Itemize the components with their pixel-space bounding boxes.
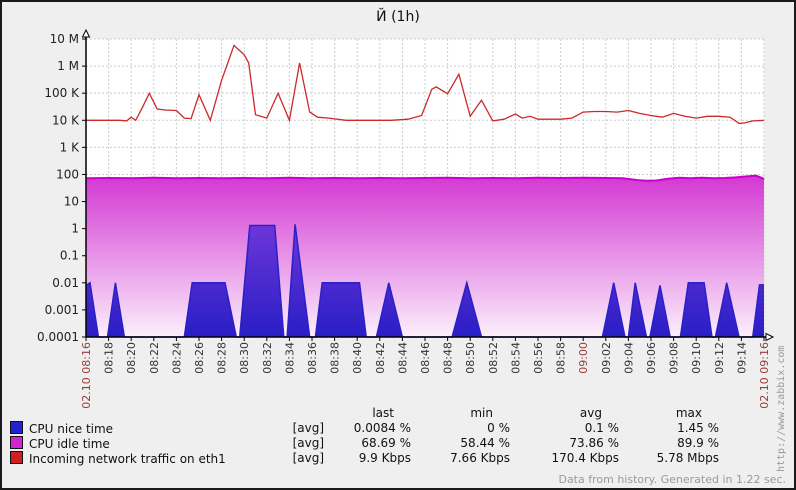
x-axis-labels: 02.10 08:16 08:18 08:20 08:22 08:24 08:26 08:2… bbox=[80, 337, 771, 409]
series-scope: [avg] bbox=[292, 436, 324, 450]
svg-text:09:04: 09:04 bbox=[622, 342, 635, 374]
series-max: 89.9 % bbox=[677, 436, 719, 450]
svg-text:09:08: 09:08 bbox=[668, 342, 681, 374]
graph-title: Й (1h) bbox=[376, 9, 420, 25]
svg-text:09:12: 09:12 bbox=[713, 342, 726, 374]
svg-text:0.0001: 0.0001 bbox=[37, 330, 79, 344]
legend-header-spacer bbox=[10, 405, 267, 421]
svg-text:0.001: 0.001 bbox=[45, 303, 79, 317]
legend-header-min: min bbox=[470, 405, 493, 420]
svg-text:09:06: 09:06 bbox=[645, 342, 658, 374]
network-traffic-swatch-icon bbox=[10, 451, 23, 464]
legend-header-max: max bbox=[675, 405, 702, 420]
svg-text:08:54: 08:54 bbox=[509, 342, 522, 374]
svg-text:100 K: 100 K bbox=[44, 86, 80, 100]
y-axis-arrow-icon bbox=[81, 28, 91, 38]
y-axis-labels: 10 M 1 M 100 K 10 K 1 K 100 10 1 0.1 0.01 0.001 0.0… bbox=[37, 32, 86, 344]
svg-text:10 K: 10 K bbox=[52, 113, 80, 127]
legend-header-row: last min avg max bbox=[10, 405, 719, 421]
series-max: 5.78 Mbps bbox=[656, 451, 719, 465]
svg-text:09:00: 09:00 bbox=[577, 342, 590, 374]
svg-text:08:44: 08:44 bbox=[396, 342, 409, 374]
svg-text:08:32: 08:32 bbox=[261, 342, 274, 374]
svg-text:08:48: 08:48 bbox=[442, 342, 455, 374]
svg-text:1 M: 1 M bbox=[57, 59, 79, 73]
svg-text:0.01: 0.01 bbox=[52, 276, 79, 290]
series-max: 1.45 % bbox=[677, 421, 719, 435]
legend-header-last: last bbox=[372, 405, 394, 420]
legend-header-spacer bbox=[267, 405, 324, 421]
svg-text:08:58: 08:58 bbox=[555, 342, 568, 374]
series-min: 58.44 % bbox=[460, 436, 510, 450]
svg-text:02.10 08:16: 02.10 08:16 bbox=[80, 342, 93, 409]
svg-text:0.1: 0.1 bbox=[60, 249, 79, 263]
svg-text:100: 100 bbox=[56, 167, 79, 181]
series-label: CPU idle time bbox=[29, 437, 110, 451]
svg-text:08:28: 08:28 bbox=[216, 342, 229, 374]
series-last: 0.0084 % bbox=[353, 421, 411, 435]
svg-text:08:20: 08:20 bbox=[125, 342, 138, 374]
series-min: 7.66 Kbps bbox=[450, 451, 510, 465]
svg-text:08:52: 08:52 bbox=[487, 342, 500, 374]
cpu-idle-swatch-icon bbox=[10, 436, 23, 449]
svg-text:10 M: 10 M bbox=[50, 32, 79, 46]
svg-text:09:10: 09:10 bbox=[690, 342, 703, 374]
svg-text:08:36: 08:36 bbox=[306, 342, 319, 374]
svg-text:08:50: 08:50 bbox=[464, 342, 477, 374]
legend-header-avg: avg bbox=[579, 405, 602, 420]
svg-text:08:56: 08:56 bbox=[532, 342, 545, 374]
svg-text:08:46: 08:46 bbox=[419, 342, 432, 374]
series-scope: [avg] bbox=[292, 421, 324, 435]
svg-text:02.10 09:16: 02.10 09:16 bbox=[758, 342, 771, 409]
series-last: 9.9 Kbps bbox=[358, 451, 411, 465]
legend-row-cpu-idle: CPU idle time [avg] 68.69 % 58.44 % 73.8… bbox=[10, 436, 719, 451]
generation-status-text: Data from history. Generated in 1.22 sec… bbox=[558, 473, 786, 486]
series-last: 68.69 % bbox=[361, 436, 411, 450]
svg-text:08:30: 08:30 bbox=[238, 342, 251, 374]
series-avg: 170.4 Kbps bbox=[551, 451, 619, 465]
series-avg: 0.1 % bbox=[584, 421, 619, 435]
svg-text:08:18: 08:18 bbox=[103, 342, 116, 374]
svg-text:1 K: 1 K bbox=[60, 140, 80, 154]
series-scope: [avg] bbox=[292, 451, 324, 465]
legend: last min avg max CPU nice time [avg] 0.0… bbox=[10, 405, 719, 466]
svg-text:08:42: 08:42 bbox=[374, 342, 387, 374]
cpu-nice-swatch-icon bbox=[10, 421, 23, 434]
svg-text:1: 1 bbox=[71, 222, 79, 236]
series-avg: 73.86 % bbox=[569, 436, 619, 450]
graph-canvas: 10 M 1 M 100 K 10 K 1 K 100 10 1 0.1 0.01 0.001 0.0… bbox=[0, 0, 796, 490]
svg-text:08:34: 08:34 bbox=[283, 342, 296, 374]
zabbix-watermark: http://www.zabbix.com bbox=[776, 345, 787, 472]
svg-text:08:26: 08:26 bbox=[193, 342, 206, 374]
series-min: 0 % bbox=[487, 421, 510, 435]
svg-text:10: 10 bbox=[64, 195, 79, 209]
svg-text:08:24: 08:24 bbox=[170, 342, 183, 374]
svg-text:08:40: 08:40 bbox=[351, 342, 364, 374]
legend-row-network-traffic: Incoming network traffic on eth1 [avg] 9… bbox=[10, 451, 719, 466]
legend-row-cpu-nice: CPU nice time [avg] 0.0084 % 0 % 0.1 % 1… bbox=[10, 421, 719, 436]
series-label: CPU nice time bbox=[29, 422, 114, 436]
svg-text:09:14: 09:14 bbox=[735, 342, 748, 374]
svg-text:08:38: 08:38 bbox=[329, 342, 342, 374]
svg-text:09:02: 09:02 bbox=[600, 342, 613, 374]
x-axis-arrow-icon bbox=[765, 332, 775, 342]
svg-text:08:22: 08:22 bbox=[148, 342, 161, 374]
series-label: Incoming network traffic on eth1 bbox=[29, 452, 226, 466]
